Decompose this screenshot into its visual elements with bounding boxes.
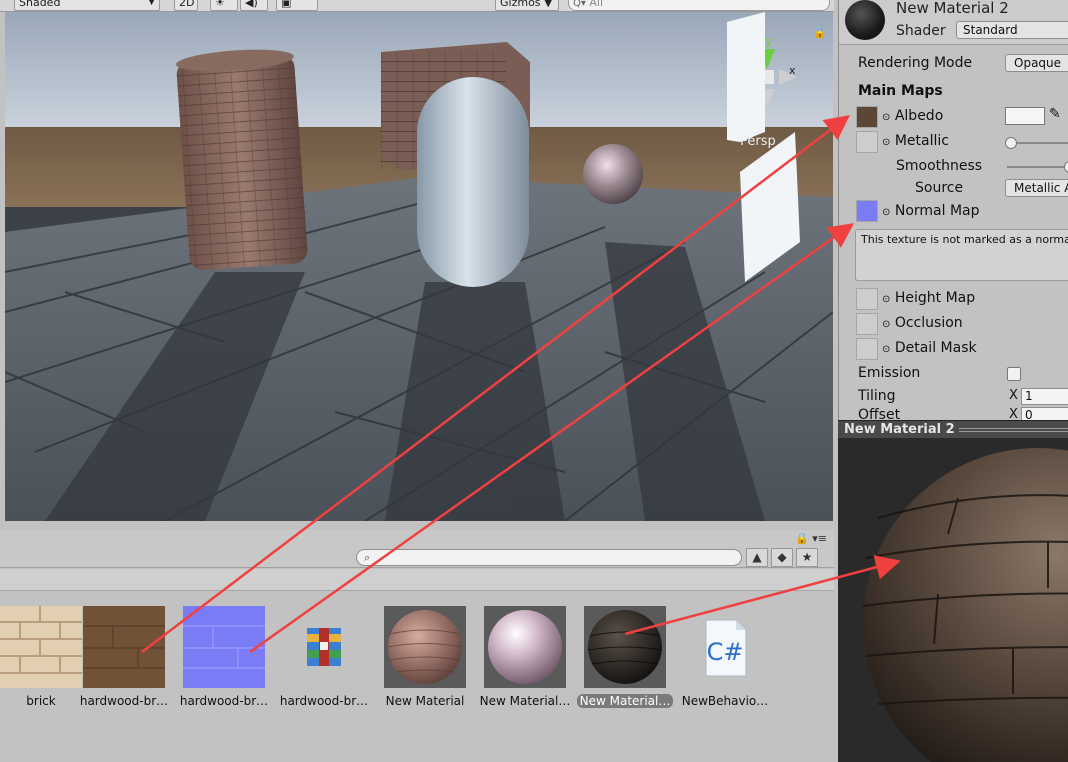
asset-item[interactable]: hardwood-br… — [65, 606, 168, 726]
2d-toggle-button[interactable]: 2D — [174, 0, 198, 11]
filter-by-type-button[interactable]: ▲ — [746, 548, 768, 567]
height-map-label: ⊙ Height Map — [882, 290, 976, 306]
target-icon: ⊙ — [882, 319, 891, 330]
target-icon: ⊙ — [882, 137, 891, 148]
filter-by-label-button[interactable]: ◆ — [771, 548, 793, 567]
albedo-texture-slot[interactable] — [856, 106, 878, 128]
image-icon: ▣ — [281, 0, 292, 9]
target-icon: ⊙ — [882, 112, 891, 123]
favorite-star-button[interactable]: ★ — [796, 548, 818, 567]
archive-icon — [307, 628, 341, 666]
asset-item[interactable]: New Material… — [466, 606, 570, 726]
shader-label: Shader — [896, 23, 946, 39]
height-map-texture-slot[interactable] — [856, 288, 878, 310]
offset-label: Offset — [858, 407, 901, 420]
svg-text:x: x — [789, 64, 796, 77]
search-icon: Q▾ — [573, 0, 586, 9]
offset-x-axis: X — [1009, 407, 1018, 420]
pink-material-thumbnail — [484, 606, 566, 688]
inspector-header: New Material 2 Shader Standard — [839, 0, 1068, 45]
projection-label[interactable]: Persp — [740, 134, 776, 149]
project-search-input[interactable]: ⌕ — [356, 549, 742, 566]
normal-map-label: ⊙ Normal Map — [882, 203, 980, 219]
material-name: New Material 2 — [896, 0, 1009, 17]
albedo-color-swatch[interactable] — [1005, 107, 1045, 125]
tiling-x-field[interactable]: 1 — [1021, 388, 1068, 405]
asset-label: NewBehavio… — [681, 694, 769, 708]
occlusion-texture-slot[interactable] — [856, 313, 878, 335]
emission-label: Emission — [858, 365, 921, 381]
material-preview[interactable] — [838, 438, 1068, 762]
tiling-label: Tiling — [858, 388, 896, 404]
normal-map-texture-slot[interactable] — [856, 200, 878, 222]
speaker-icon: ◀) — [245, 0, 258, 9]
lock-icon: 🔒 — [813, 26, 827, 39]
preview-title: New Material 2 — [844, 422, 955, 437]
detail-mask-texture-slot[interactable] — [856, 338, 878, 360]
unity-editor: Shaded ▼ 2D ☀ ◀) ▣ Gizmos ▼ Q▾ All y x P… — [0, 0, 1068, 762]
hardwood-albedo-thumbnail — [83, 606, 165, 688]
source-label: Source — [915, 180, 964, 196]
metallic-texture-slot[interactable] — [856, 131, 878, 153]
scene-search-placeholder: All — [589, 0, 604, 9]
svg-text:y: y — [765, 34, 772, 48]
smoothness-label: Smoothness — [896, 158, 983, 174]
dark-wood-material-thumbnail — [584, 606, 666, 688]
smoothness-slider-knob[interactable] — [1064, 161, 1068, 173]
project-toolbar: 🔒 ▾≡ ⌕ ▲ ◆ ★ — [0, 530, 834, 568]
metallic-slider-knob[interactable] — [1005, 137, 1017, 149]
shader-dropdown[interactable]: Standard — [956, 21, 1068, 39]
scene-toolbar: Shaded ▼ 2D ☀ ◀) ▣ Gizmos ▼ Q▾ All — [0, 0, 834, 12]
albedo-label: ⊙ Albedo — [882, 108, 944, 124]
asset-item-selected[interactable]: New Material… — [566, 606, 674, 726]
lock-icon[interactable]: 🔒 ▾≡ — [795, 532, 827, 545]
emission-checkbox[interactable] — [1007, 367, 1021, 381]
search-icon: ⌕ — [364, 551, 371, 564]
main-maps-heading: Main Maps — [858, 83, 943, 99]
drag-handle — [958, 427, 1068, 432]
scene-view[interactable]: y x Persp 🔒 — [5, 12, 833, 521]
detail-mask-label: ⊙ Detail Mask — [882, 340, 977, 356]
effects-dropdown[interactable]: ▣ — [276, 0, 318, 11]
occlusion-label: ⊙ Occlusion — [882, 315, 963, 331]
chevron-down-icon: ▼ — [148, 0, 155, 7]
rendering-mode-label: Rendering Mode — [858, 55, 973, 71]
asset-item[interactable]: hardwood-br… — [165, 606, 268, 726]
shading-mode-dropdown[interactable]: Shaded ▼ — [14, 0, 160, 11]
rendering-mode-dropdown[interactable]: Opaque — [1005, 54, 1068, 72]
svg-text:C#: C# — [707, 638, 744, 666]
scene-render: y x Persp 🔒 — [5, 12, 833, 521]
gizmos-label: Gizmos — [500, 0, 541, 9]
smoothness-slider-track[interactable] — [1007, 166, 1068, 168]
eyedropper-icon[interactable]: ✎ — [1049, 106, 1061, 122]
target-icon: ⊙ — [882, 294, 891, 305]
project-breadcrumb — [0, 569, 834, 591]
scene-search-input[interactable]: Q▾ All — [568, 0, 830, 11]
sun-icon: ☀ — [215, 0, 225, 9]
inspector-panel: New Material 2 Shader Standard Rendering… — [838, 0, 1068, 420]
csharp-script-icon: C# — [705, 619, 747, 677]
project-panel: 🔒 ▾≡ ⌕ ▲ ◆ ★ brick hardwood-br… hardwood… — [0, 530, 834, 762]
target-icon: ⊙ — [882, 344, 891, 355]
source-dropdown[interactable]: Metallic Alpha — [1005, 179, 1068, 197]
hardwood-normal-thumbnail — [183, 606, 265, 688]
metallic-label: ⊙ Metallic — [882, 133, 949, 149]
asset-item[interactable]: New Material — [366, 606, 466, 726]
preview-title-bar[interactable]: New Material 2 — [838, 420, 1068, 438]
brick-material-thumbnail — [384, 606, 466, 688]
lighting-toggle-button[interactable]: ☀ — [210, 0, 238, 11]
shading-mode-label: Shaded — [19, 0, 61, 9]
preview-sphere — [862, 448, 1068, 762]
asset-grid: brick hardwood-br… hardwood-br… hardwood… — [0, 592, 834, 762]
asset-item[interactable]: C# NewBehavio… — [666, 606, 768, 726]
tiling-x-axis: X — [1009, 388, 1018, 403]
target-icon: ⊙ — [882, 207, 891, 218]
material-preview-icon — [845, 0, 885, 40]
asset-item[interactable]: hardwood-br… — [265, 606, 368, 726]
audio-toggle-button[interactable]: ◀) — [240, 0, 268, 11]
gizmos-dropdown[interactable]: Gizmos ▼ — [495, 0, 559, 11]
normal-map-warning: This texture is not marked as a normal m… — [855, 229, 1068, 281]
offset-x-field[interactable]: 0 — [1021, 407, 1068, 420]
